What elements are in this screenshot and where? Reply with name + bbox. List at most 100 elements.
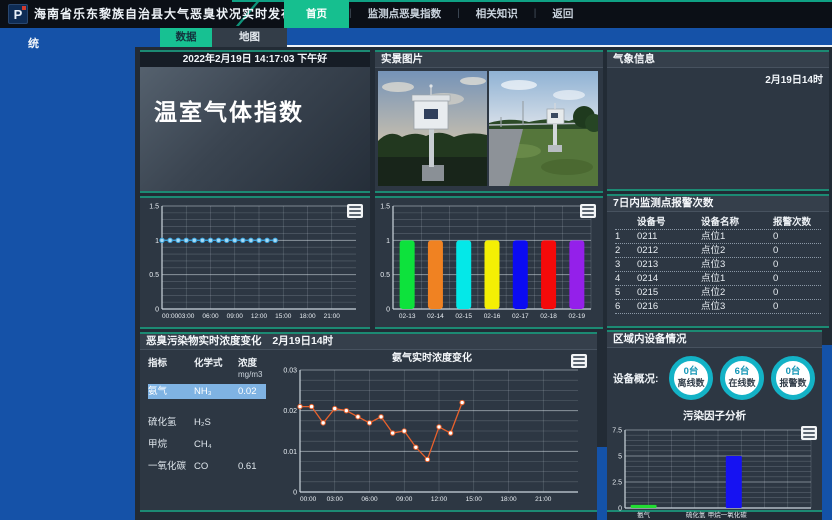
tab-row: 数据 地图	[135, 28, 832, 47]
nav-menu: 首页|监测点恶臭指数|相关知识|返回	[284, 0, 589, 28]
chart-toolbox-icon[interactable]	[580, 204, 596, 218]
odor-row-CH₄[interactable]: 甲烷CH₄	[148, 437, 272, 452]
panel-daily-index-chart: 00.511.502-1302-1402-1502-1602-1702-1802…	[375, 196, 603, 329]
greenhouse-chart-body: 00.511.500:0003:0006:0009:0012:0015:0018…	[140, 198, 370, 327]
odor-col-value: 浓度 mg/m3	[238, 355, 272, 380]
svg-text:12:00: 12:00	[431, 496, 448, 503]
alarm-cell: 1	[615, 230, 637, 243]
alarm-table-row: 20212点位20	[615, 244, 821, 258]
alarm-cell: 0211	[637, 230, 701, 243]
nav-item-back[interactable]: 返回	[536, 0, 589, 28]
alarm-cell: 点位2	[701, 286, 773, 299]
odor-cell: CO	[194, 459, 238, 474]
pollutant-analysis-title: 污染因子分析	[607, 402, 822, 425]
alarm-table-row: 30213点位30	[615, 258, 821, 272]
tab-map[interactable]: 地图	[212, 28, 287, 47]
alarm-col-header: 设备号	[637, 216, 701, 229]
alarm-cell: 点位3	[701, 300, 773, 313]
pollutant-factor-bar-chart: 02.557.5氨气硫化氢甲烷一氧化碳	[607, 425, 816, 520]
nav-item-knowledge[interactable]: 相关知识	[460, 0, 534, 28]
chart-toolbox-icon[interactable]	[347, 204, 363, 218]
odor-cell: 一氧化碳	[148, 459, 194, 474]
svg-text:0.01: 0.01	[283, 449, 297, 456]
panel-greenhouse-chart: 00.511.500:0003:0006:0009:0012:0015:0018…	[140, 196, 370, 329]
odor-cell: 硫化氢	[148, 415, 194, 430]
svg-text:06:00: 06:00	[202, 313, 219, 320]
device-overview-row: 设备概况: 0台离线数6台在线数0台报警数	[607, 348, 822, 402]
svg-text:02-19: 02-19	[569, 313, 586, 320]
device-stat-circle: 0台报警数	[771, 356, 815, 400]
svg-text:2.5: 2.5	[612, 480, 622, 487]
svg-text:硫化氢: 硫化氢	[686, 510, 706, 519]
alarm-col-header: 设备名称	[701, 216, 773, 229]
alarm-counts-header: 7日内监测点报警次数	[607, 196, 829, 212]
alarm-cell: 0	[773, 272, 821, 285]
svg-text:0: 0	[155, 307, 159, 314]
alarm-cell: 点位1	[701, 230, 773, 243]
svg-text:18:00: 18:00	[299, 313, 316, 320]
tab-data[interactable]: 数据	[160, 28, 212, 47]
svg-text:15:00: 15:00	[466, 496, 483, 503]
svg-text:02-16: 02-16	[484, 313, 501, 320]
alarm-col-header: 报警次数	[773, 216, 821, 229]
site-photo-2	[489, 71, 598, 186]
svg-text:1.5: 1.5	[149, 204, 159, 211]
odor-row-NH₃[interactable]: 氨气NH₃0.02	[148, 384, 266, 399]
panel-greenhouse-index: 2022年2月19日 14:17:03 下午好 温室气体指数	[140, 50, 370, 193]
svg-text:7.5: 7.5	[612, 428, 622, 435]
svg-text:氨气实时浓度变化: 氨气实时浓度变化	[392, 351, 472, 364]
odor-col-formula: 化学式	[194, 355, 238, 380]
svg-text:5: 5	[618, 454, 622, 461]
nav-item-home[interactable]: 首页	[284, 0, 349, 28]
stat-label: 报警数	[779, 378, 806, 389]
odor-header-time: 2月19日14时	[272, 335, 333, 347]
odor-rows: 氨气NH₃0.02 硫化氢H₂S 甲烷CH₄ 一氧化碳CO0.61	[148, 384, 272, 474]
svg-text:一氧化碳: 一氧化碳	[721, 510, 748, 519]
panel-site-photos: 实景图片	[375, 50, 603, 193]
svg-text:0.03: 0.03	[283, 368, 297, 375]
devices-body: 设备概况: 0台离线数6台在线数0台报警数 污染因子分析 0 2.5 5 7.5 氨气 硫…	[607, 348, 822, 520]
greenhouse-index-line-chart: 00.511.500:0003:0006:0009:0012:0015:0018…	[140, 198, 366, 325]
alarm-cell: 2	[615, 244, 637, 257]
odor-row-CO[interactable]: 一氧化碳CO0.61	[148, 459, 272, 474]
odor-cell: NH₃	[194, 384, 238, 399]
alarm-col-header	[615, 216, 637, 229]
svg-text:15:00: 15:00	[275, 313, 292, 320]
ammonia-concentration-line-chart: 00.010.020.0300:0003:0006:0009:0012:0015…	[272, 350, 592, 508]
svg-text:18:00: 18:00	[500, 496, 517, 503]
panel-region-devices: 区域内设备情况 设备概况: 0台离线数6台在线数0台报警数 污染因子分析 02.…	[607, 330, 822, 512]
device-stat-circles: 0台离线数6台在线数0台报警数	[669, 356, 815, 400]
svg-text:02-13: 02-13	[399, 313, 416, 320]
svg-text:氨气: 氨气	[637, 510, 651, 519]
svg-text:02-15: 02-15	[455, 313, 472, 320]
weather-time: 2月19日14时	[765, 71, 823, 86]
svg-text:1.5: 1.5	[380, 204, 390, 211]
odor-cell	[238, 437, 272, 452]
alarm-table-row: 40214点位10	[615, 272, 821, 286]
sidebar: 统	[0, 28, 135, 520]
svg-text:0: 0	[618, 506, 622, 513]
daily-odor-index-bar-chart: 00.511.502-1302-1402-1502-1602-1702-1802…	[375, 198, 599, 325]
svg-text:03:00: 03:00	[178, 313, 195, 320]
weather-body: 2月19日14时	[607, 68, 829, 187]
chart-toolbox-icon[interactable]	[571, 354, 587, 368]
svg-text:02-14: 02-14	[427, 313, 444, 320]
chart-toolbox-icon[interactable]	[801, 426, 817, 440]
alarm-cell: 0	[773, 230, 821, 243]
panel-weather-info: 气象信息 2月19日14时	[607, 50, 829, 191]
device-stat-circle: 6台在线数	[720, 356, 764, 400]
svg-text:0.5: 0.5	[380, 272, 390, 279]
alarm-table-row: 60216点位30	[615, 300, 821, 314]
greenhouse-title: 温室气体指数	[140, 67, 370, 127]
tab-row-pad	[135, 28, 160, 47]
alarm-cell: 0214	[637, 272, 701, 285]
weather-header: 气象信息	[607, 52, 829, 68]
alarm-cell: 点位2	[701, 244, 773, 257]
stat-count: 6台	[735, 367, 750, 377]
odor-row-H₂S[interactable]: 硫化氢H₂S	[148, 415, 272, 430]
alarm-table-head: 设备号设备名称报警次数	[615, 216, 821, 230]
nav-item-odor-index[interactable]: 监测点恶臭指数	[352, 0, 458, 28]
alarm-cell: 0216	[637, 300, 701, 313]
odor-col-unit: mg/m3	[238, 370, 262, 379]
alarm-cell: 0	[773, 286, 821, 299]
